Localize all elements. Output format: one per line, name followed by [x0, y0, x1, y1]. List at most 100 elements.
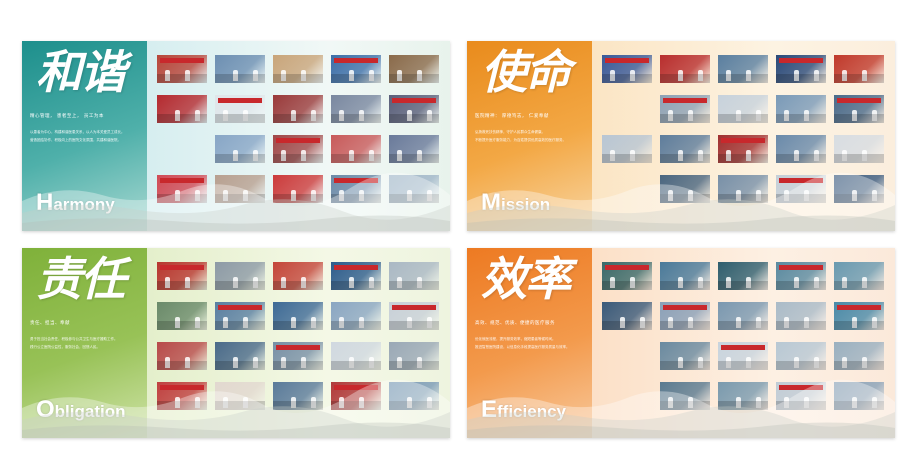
person-shape [842, 150, 847, 161]
person-shape [610, 277, 615, 288]
person-shape [359, 317, 364, 328]
person-shape [291, 110, 296, 121]
photo [660, 302, 710, 330]
photo-item [776, 262, 826, 299]
photo [660, 262, 710, 290]
mountain-landscape [22, 172, 450, 231]
person-shape [349, 150, 354, 161]
photo-item [389, 95, 439, 132]
person-shape [417, 357, 422, 368]
person-shape [688, 110, 693, 121]
description-line: 践行公立医院公益性，服务社会，回馈人民。 [30, 345, 100, 349]
mission-panel: 使命 医院精神： 厚德笃志， 仁爱奉献 弘扬救死扶伤精神，守护人民群众生命健康。 不断… [467, 41, 895, 231]
efficiency-panel: 效率 高效、规范、优质、便捷的医疗服务 优化就医流程，提升服务效率，缩短患者等候时间… [467, 248, 895, 438]
photo-caption [389, 291, 439, 299]
person-shape [668, 317, 673, 328]
photo [602, 302, 652, 330]
photo [331, 302, 381, 330]
photo-caption [776, 331, 826, 339]
photo-item [602, 302, 652, 339]
person-shape [814, 150, 819, 161]
photo-item [602, 55, 652, 92]
person-shape [804, 110, 809, 121]
banner-shape [605, 58, 649, 63]
photo [157, 342, 207, 370]
person-shape [349, 277, 354, 288]
photo [776, 342, 826, 370]
photo [834, 302, 884, 330]
mountain-landscape [467, 172, 895, 231]
person-shape [842, 357, 847, 368]
description-line: 推进智慧医院建设，以信息化手段提高医疗服务质量与效率。 [475, 345, 570, 349]
person-shape [630, 70, 635, 81]
photo-caption [157, 124, 207, 132]
person-shape [397, 70, 402, 81]
photo [718, 262, 768, 290]
person-shape [369, 357, 374, 368]
photo [602, 55, 652, 83]
person-shape [311, 317, 316, 328]
photo-item [157, 55, 207, 92]
person-shape [872, 317, 877, 328]
banner-shape [779, 58, 823, 63]
banner-shape [392, 305, 436, 310]
photo-item [776, 302, 826, 339]
person-shape [862, 357, 867, 368]
person-shape [726, 357, 731, 368]
person-shape [339, 317, 344, 328]
photo-item [331, 55, 381, 92]
person-shape [852, 317, 857, 328]
photo [157, 262, 207, 290]
person-shape [756, 317, 761, 328]
person-shape [175, 110, 180, 121]
photo-caption [389, 124, 439, 132]
photo-caption [389, 84, 439, 92]
description-text: 弘扬救死扶伤精神，守护人民群众生命健康。 不断提升医疗服务能力，为百姓提供优质高效… [475, 129, 587, 145]
photo-caption [834, 124, 884, 132]
photo-item [718, 262, 768, 299]
photo-caption [157, 84, 207, 92]
photo-caption [331, 291, 381, 299]
photo [389, 302, 439, 330]
person-shape [842, 70, 847, 81]
photo-caption [718, 291, 768, 299]
person-shape [862, 150, 867, 161]
person-shape [417, 150, 422, 161]
person-shape [794, 70, 799, 81]
photo-caption [215, 331, 265, 339]
banner-shape [160, 58, 204, 63]
person-shape [862, 277, 867, 288]
person-shape [281, 357, 286, 368]
person-shape [794, 357, 799, 368]
banner-shape [837, 305, 881, 310]
person-shape [756, 110, 761, 121]
person-shape [301, 70, 306, 81]
photo-item [157, 262, 207, 299]
photo [718, 95, 768, 123]
person-shape [784, 317, 789, 328]
photo-item [215, 302, 265, 339]
description-line: 以患者为中心，构建和谐医患关系，以人为本关爱员工成长。 [30, 130, 125, 134]
person-shape [678, 70, 683, 81]
description-line: 弘扬救死扶伤精神，守护人民群众生命健康。 [475, 130, 545, 134]
photo-caption [157, 331, 207, 339]
motto-text: 医院精神： 厚德笃志， 仁爱奉献 [475, 114, 549, 119]
photo [389, 262, 439, 290]
banner-shape [392, 98, 436, 103]
photo-item [389, 55, 439, 92]
banner-shape [721, 138, 765, 143]
person-shape [814, 70, 819, 81]
photo [834, 342, 884, 370]
person-shape [243, 110, 248, 121]
person-shape [736, 317, 741, 328]
person-shape [369, 150, 374, 161]
photo [331, 135, 381, 163]
photo-caption [331, 331, 381, 339]
photo [389, 55, 439, 83]
photo-caption [215, 84, 265, 92]
person-shape [369, 277, 374, 288]
photo-caption [157, 291, 207, 299]
photo [273, 302, 323, 330]
photo-item [660, 95, 710, 132]
mountain-landscape [22, 379, 450, 438]
